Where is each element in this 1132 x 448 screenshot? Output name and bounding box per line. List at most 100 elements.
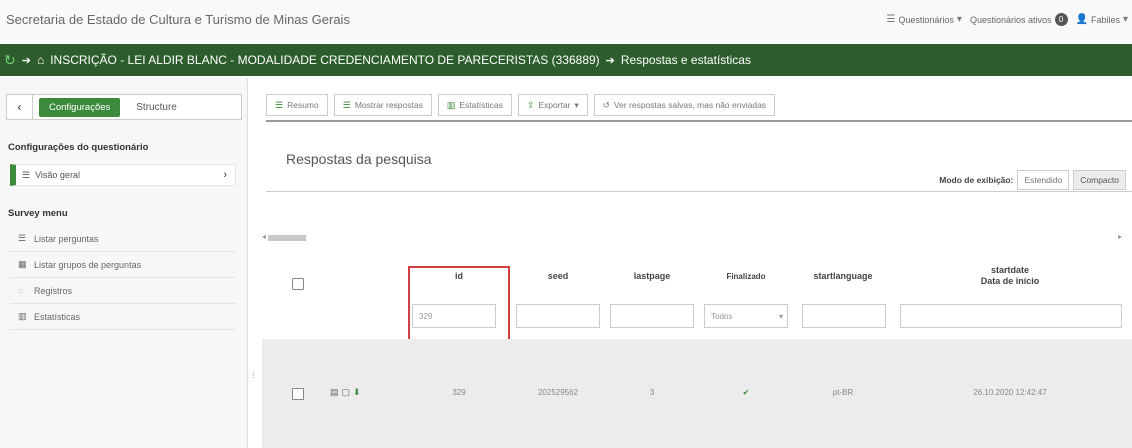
- scroll-right-icon[interactable]: ▸: [1118, 232, 1122, 241]
- startdate-filter-input[interactable]: [900, 304, 1122, 328]
- sidebar-item-label: Estatísticas: [34, 311, 81, 322]
- mode-extended-button[interactable]: Estendido: [1017, 170, 1070, 190]
- sidebar-resize-handle[interactable]: ⁞: [252, 370, 255, 380]
- horizontal-scrollbar[interactable]: ◂ ▸: [262, 232, 1122, 244]
- home-icon[interactable]: ⌂: [37, 53, 44, 67]
- table-row[interactable]: ▤ ▢ ⬇ 329 202529562 3 ✔ pt-BR 26.10.2020…: [262, 339, 1132, 448]
- edit-response-icon[interactable]: ▢: [342, 387, 351, 398]
- top-bar: Secretaria de Estado de Cultura e Turism…: [0, 0, 1132, 40]
- sidebar-item-label: Registros: [34, 285, 73, 296]
- row-actions: ▤ ▢ ⬇: [330, 387, 361, 398]
- sidebar-item-statistics[interactable]: ▥ Estatísticas: [10, 304, 236, 330]
- sidebar-item-registros[interactable]: ◌ Registros: [10, 278, 236, 304]
- saved-icon: ↺: [602, 99, 610, 110]
- finalized-filter-select[interactable]: Todos ▾: [704, 304, 788, 328]
- startdate-field-name: startdate: [990, 265, 1029, 275]
- saved-responses-label: Ver respostas salvas, mas não enviadas: [613, 100, 767, 110]
- seed-filter-input[interactable]: [516, 304, 600, 328]
- settings-section-title: Configurações do questionário: [8, 142, 149, 153]
- user-name: Fabiles: [1090, 14, 1120, 25]
- list-icon: ☰: [886, 14, 896, 25]
- scroll-left-icon[interactable]: ◂: [262, 232, 266, 241]
- main-content: ☰ Resumo ☰ Mostrar respostas ▥ Estatísti…: [262, 78, 1132, 448]
- sidebar-item-label: Listar grupos de perguntas: [34, 259, 142, 270]
- column-header-finalized[interactable]: Finalizado: [704, 256, 788, 296]
- id-column-highlight: [408, 266, 510, 350]
- select-all-checkbox[interactable]: [292, 278, 304, 290]
- view-response-icon[interactable]: ▤: [330, 387, 339, 398]
- table-icon: ▦: [18, 259, 27, 269]
- overview-label: Visão geral: [35, 170, 80, 180]
- bar-chart-icon: ▥: [446, 99, 456, 110]
- title-divider: [266, 191, 1132, 192]
- chevron-right-icon: ›: [223, 169, 227, 181]
- display-mode: Modo de exibição: Estendido Compacto: [939, 170, 1126, 190]
- cell-finalized: ✔: [742, 388, 750, 397]
- arrow-right-icon: ➔: [21, 54, 31, 67]
- survey-menu-title: Survey menu: [8, 208, 68, 219]
- tab-settings[interactable]: Configurações: [39, 97, 121, 117]
- column-header-lastpage[interactable]: lastpage: [610, 256, 694, 296]
- comment-icon: ◌: [18, 285, 24, 296]
- saved-responses-button[interactable]: ↺ Ver respostas salvas, mas não enviadas: [593, 94, 776, 116]
- sidebar-item-list-questions[interactable]: ☰ Listar perguntas: [10, 226, 236, 252]
- list-icon: ☰: [22, 169, 31, 180]
- display-mode-label: Modo de exibição:: [939, 175, 1014, 185]
- sidebar-item-overview[interactable]: ☰ Visão geral ›: [10, 164, 236, 186]
- survey-menu: ☰ Listar perguntas ▦ Listar grupos de pe…: [10, 226, 236, 330]
- column-header-seed[interactable]: seed: [516, 256, 600, 296]
- arrow-right-icon: ➔: [605, 54, 615, 67]
- summary-button[interactable]: ☰ Resumo: [266, 94, 328, 116]
- caret-down-icon: ▾: [1122, 14, 1128, 25]
- list-icon: ☰: [18, 233, 27, 243]
- active-questionnaires-link[interactable]: Questionários ativos 0: [970, 13, 1068, 26]
- page-title: Respostas da pesquisa: [286, 151, 432, 167]
- sidebar-item-label: Listar perguntas: [34, 233, 99, 244]
- export-icon: ⇪: [526, 99, 535, 110]
- column-header-startlanguage[interactable]: startlanguage: [798, 256, 888, 296]
- breadcrumb-page: Respostas e estatísticas: [620, 53, 751, 67]
- refresh-icon[interactable]: ↻: [4, 52, 16, 69]
- bar-chart-icon: ▥: [18, 311, 27, 321]
- sidebar-tabs: ‹ Configurações Structure: [6, 94, 242, 120]
- active-questionnaires-label: Questionários ativos: [969, 14, 1052, 25]
- show-responses-button[interactable]: ☰ Mostrar respostas: [333, 94, 432, 116]
- breadcrumb: ↻ ➔ ⌂ INSCRIÇÃO - LEI ALDIR BLANC - MODA…: [0, 44, 1132, 76]
- show-responses-label: Mostrar respostas: [354, 100, 423, 110]
- user-menu[interactable]: 👤 Fabiles ▾: [1076, 14, 1129, 25]
- scroll-thumb[interactable]: [268, 235, 306, 241]
- site-title[interactable]: Secretaria de Estado de Cultura e Turism…: [6, 12, 350, 27]
- statistics-button[interactable]: ▥ Estatísticas: [437, 94, 512, 116]
- user-icon: 👤: [1075, 14, 1088, 25]
- cell-lastpage: 3: [649, 388, 655, 397]
- download-icon[interactable]: ⬇: [353, 387, 361, 398]
- lastpage-filter-input[interactable]: [610, 304, 694, 328]
- top-nav: ☰ Questionários ▾ Questionários ativos 0…: [886, 13, 1128, 26]
- active-count-badge: 0: [1054, 13, 1068, 26]
- toolbar-divider: [266, 120, 1132, 122]
- startlanguage-filter-input[interactable]: [802, 304, 886, 328]
- tab-structure[interactable]: Structure: [136, 102, 177, 113]
- summary-label: Resumo: [287, 100, 319, 110]
- export-button[interactable]: ⇪ Exportar ▾: [517, 94, 588, 116]
- collapse-sidebar-button[interactable]: ‹: [7, 95, 33, 119]
- list-icon: ☰: [275, 99, 284, 110]
- sidebar: ‹ Configurações Structure Configurações …: [0, 78, 248, 448]
- caret-down-icon: ▾: [574, 99, 579, 110]
- questionnaires-menu[interactable]: ☰ Questionários ▾: [886, 14, 962, 25]
- cell-startdate: 26.10.2020 12:42:47: [973, 388, 1047, 397]
- cell-id: 329: [452, 388, 466, 397]
- row-checkbox[interactable]: [292, 388, 304, 400]
- column-header-startdate[interactable]: startdate Data de início: [900, 256, 1120, 296]
- sidebar-item-list-question-groups[interactable]: ▦ Listar grupos de perguntas: [10, 252, 236, 278]
- startdate-field-label: Data de início: [980, 276, 1040, 286]
- finalized-filter-value: Todos: [711, 311, 733, 321]
- caret-down-icon: ▾: [778, 311, 783, 321]
- questionnaires-label: Questionários: [898, 14, 954, 25]
- caret-down-icon: ▾: [956, 14, 962, 25]
- list-icon: ☰: [342, 99, 351, 110]
- responses-toolbar: ☰ Resumo ☰ Mostrar respostas ▥ Estatísti…: [266, 94, 776, 116]
- breadcrumb-survey[interactable]: INSCRIÇÃO - LEI ALDIR BLANC - MODALIDADE…: [50, 53, 599, 67]
- export-label: Exportar: [538, 100, 571, 110]
- mode-compact-button[interactable]: Compacto: [1073, 170, 1126, 190]
